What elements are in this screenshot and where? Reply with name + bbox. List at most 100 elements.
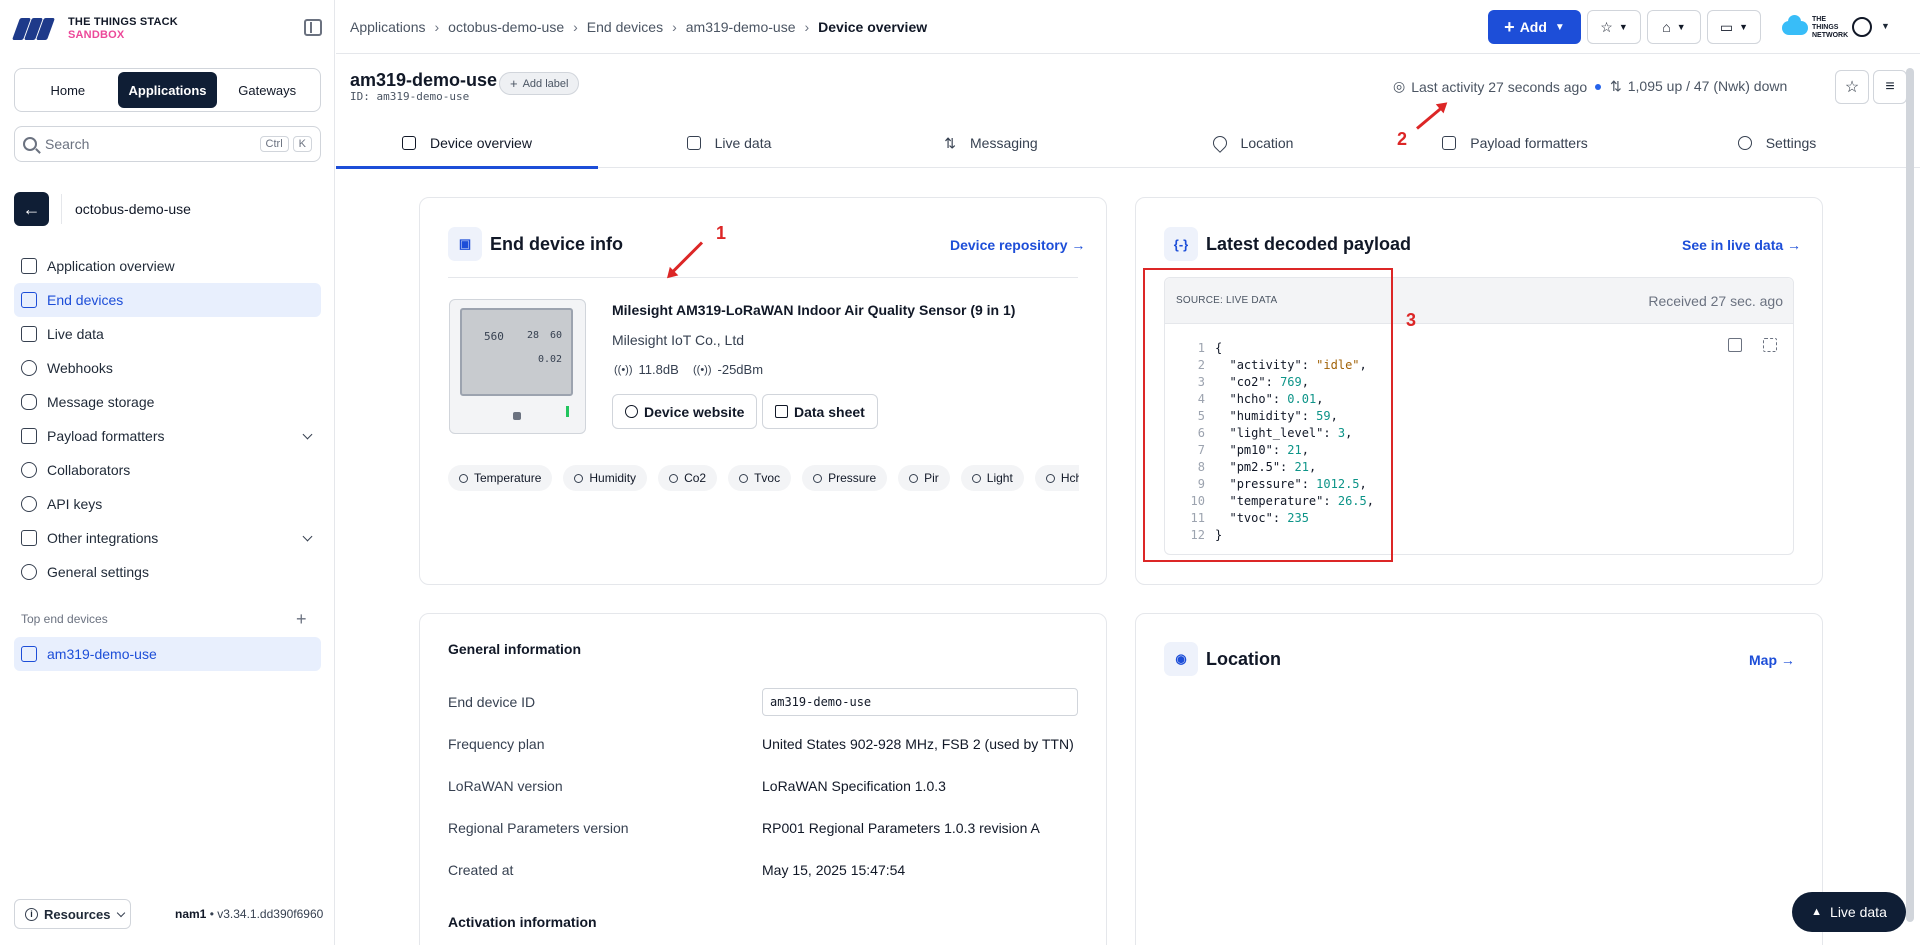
end-device-info-title: ▣ End device info [448, 227, 623, 261]
wind-icon [739, 473, 749, 483]
location-pin-icon [1209, 133, 1230, 153]
chevron-down-icon[interactable]: ▼ [1881, 21, 1890, 31]
nav-message-storage[interactable]: Message storage [14, 385, 321, 419]
version-info: nam1 • v3.34.1.dd390f6960 [175, 907, 324, 921]
plus-icon: + [1504, 16, 1515, 37]
signal-icon: ◎ [1393, 78, 1406, 94]
sidebar: THE THINGS STACK SANDBOX Home Applicatio… [0, 0, 335, 945]
scrollbar[interactable] [1906, 68, 1914, 922]
general-information-title: General information [448, 641, 582, 657]
hcho-icon [1045, 473, 1055, 483]
tab-device-overview[interactable]: Device overview [336, 118, 598, 169]
star-button[interactable]: ☆ [1835, 70, 1869, 104]
switch-gateways[interactable]: Gateways [217, 72, 317, 108]
grid-icon [402, 136, 417, 150]
inbox-icon: ▭ [1719, 18, 1734, 35]
add-label-button[interactable]: + Add label [499, 72, 580, 95]
collapse-sidebar-icon[interactable] [304, 19, 322, 36]
droplets-icon [574, 473, 584, 483]
resources-button[interactable]: i Resources [14, 899, 131, 929]
tab-location[interactable]: Location [1122, 118, 1384, 168]
tab-settings[interactable]: Settings [1646, 118, 1908, 168]
label-lorawan-version: LoRaWAN version [448, 778, 563, 794]
annotation-1: 1 [716, 223, 727, 243]
chip-icon [21, 292, 37, 308]
traffic-counter: ⇅ 1,095 up / 47 (Nwk) down [1610, 78, 1788, 94]
value-frequency-plan: United States 902-928 MHz, FSB 2 (used b… [762, 736, 1074, 752]
nav-general-settings[interactable]: General settings [14, 555, 321, 589]
nav-live-data[interactable]: Live data [14, 317, 321, 351]
label-regional-parameters: Regional Parameters version [448, 820, 629, 836]
application-name: octobus-demo-use [75, 201, 191, 217]
menu-button[interactable]: ≡ [1873, 70, 1907, 104]
tab-messaging[interactable]: ⇅ Messaging [860, 118, 1122, 168]
device-repository-link[interactable]: Device repository → [950, 237, 1085, 253]
device-image: 560 28 60 0.02 [449, 299, 586, 434]
switch-applications[interactable]: Applications [117, 72, 218, 108]
menu-icon: ≡ [1885, 78, 1895, 95]
plus-icon[interactable]: + [296, 609, 307, 630]
nav-end-devices[interactable]: End devices [14, 283, 321, 317]
globe-icon [625, 405, 638, 418]
see-live-data-link[interactable]: See in live data → [1682, 237, 1801, 253]
nav-api-keys[interactable]: API keys [14, 487, 321, 521]
crumb-device[interactable]: am319-demo-use [686, 19, 796, 35]
divider [61, 194, 62, 224]
nav-webhooks[interactable]: Webhooks [14, 351, 321, 385]
chip-co2: Co2 [658, 465, 718, 491]
users-icon [909, 473, 919, 483]
chip-tvoc: Tvoc [728, 465, 792, 491]
tab-payload-formatters[interactable]: Payload formatters [1384, 118, 1646, 168]
braces-icon: {-} [1164, 227, 1198, 261]
crumb-end-devices[interactable]: End devices [587, 19, 663, 35]
thermometer-icon [459, 473, 468, 483]
hexagon-icon [669, 473, 679, 483]
signal-icon: ((•)) [693, 363, 712, 376]
search-placeholder: Search [45, 136, 90, 152]
chip-pir: Pir [898, 465, 950, 491]
logo[interactable]: THE THINGS STACK SANDBOX [11, 14, 178, 44]
crumb-application[interactable]: octobus-demo-use [448, 19, 564, 35]
nav-collaborators[interactable]: Collaborators [14, 453, 321, 487]
switch-home[interactable]: Home [18, 72, 118, 108]
avatar[interactable] [1852, 17, 1872, 37]
tab-live-data[interactable]: Live data [598, 118, 860, 168]
search-icon [23, 137, 37, 151]
bookmarks-button[interactable]: ☆ ▼ [1587, 10, 1641, 44]
copy-icon[interactable] [1728, 338, 1742, 352]
back-arrow-icon[interactable]: ← [14, 192, 49, 226]
nav-application-overview[interactable]: Application overview [14, 249, 321, 283]
tags-button[interactable]: ⌂ ▼ [1647, 10, 1701, 44]
add-button[interactable]: + Add ▼ [1488, 10, 1581, 44]
chip-icon: ▣ [448, 227, 482, 261]
chevron-down-icon [117, 908, 126, 917]
tag-icon: ⌂ [1662, 19, 1671, 35]
database-icon [21, 394, 37, 410]
device-header: am319-demo-use ID: am319-demo-use + Add l… [336, 54, 1920, 118]
top-bar: Applications › octobus-demo-use › End devi… [336, 0, 1920, 54]
chevron-down-icon [302, 429, 313, 440]
crumb-applications[interactable]: Applications [350, 19, 426, 35]
end-device-id-field[interactable]: am319-demo-use [762, 688, 1078, 716]
nav-payload-formatters[interactable]: Payload formatters [14, 419, 321, 453]
brand-line-1: THE THINGS STACK [68, 16, 178, 28]
chip-humidity: Humidity [563, 465, 648, 491]
up-down-arrows-icon: ⇅ [944, 134, 957, 151]
chevron-down-icon: ▼ [1618, 22, 1628, 32]
nav-other-integrations[interactable]: Other integrations [14, 521, 321, 555]
top-device-item[interactable]: am319-demo-use [14, 637, 321, 671]
inbox-button[interactable]: ▭ ▼ [1707, 10, 1761, 44]
data-sheet-button[interactable]: Data sheet [762, 394, 878, 429]
expand-icon[interactable] [1763, 338, 1777, 352]
device-website-button[interactable]: Device website [612, 394, 758, 429]
shortcut-ctrl: Ctrl [259, 136, 289, 152]
chip-temperature: Temperature [448, 465, 553, 491]
search-input[interactable]: Search Ctrl K [14, 126, 321, 162]
map-link[interactable]: Map → [1749, 652, 1795, 668]
live-data-button[interactable]: ▲ Live data [1792, 892, 1906, 932]
device-id: ID: am319-demo-use [350, 90, 470, 103]
ttn-logo[interactable]: THE THINGS NETWORK [1782, 15, 1848, 40]
app-nav: Application overview End devices Live da… [14, 249, 321, 589]
tts-logo-icon [11, 14, 60, 44]
label-end-device-id: End device ID [448, 694, 536, 710]
